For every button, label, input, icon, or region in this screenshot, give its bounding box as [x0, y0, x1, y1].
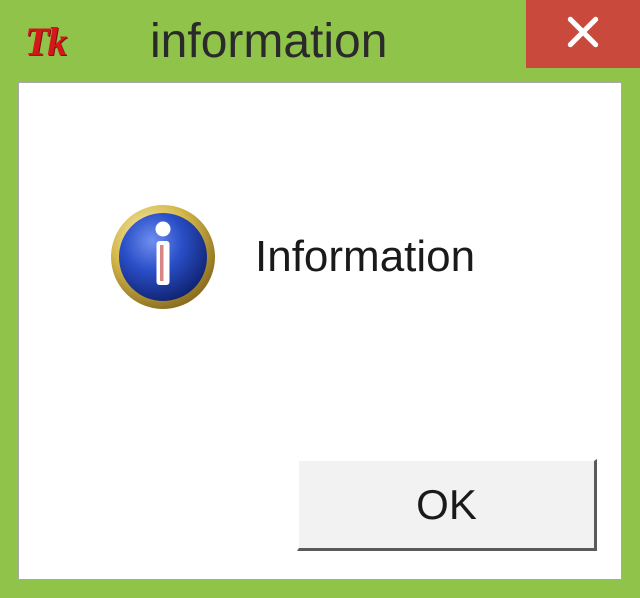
info-icon	[109, 203, 217, 311]
titlebar: Tk information	[0, 0, 640, 82]
dialog-content: Information OK	[18, 82, 622, 580]
close-icon	[564, 13, 602, 56]
close-button[interactable]	[526, 0, 640, 68]
app-icon: Tk	[20, 16, 70, 66]
message-row: Information	[109, 203, 475, 311]
ok-button[interactable]: OK	[297, 459, 597, 551]
window-title: information	[150, 14, 387, 69]
dialog-message: Information	[255, 232, 475, 282]
app-icon-text: Tk	[25, 18, 65, 65]
ok-button-label: OK	[416, 481, 477, 529]
